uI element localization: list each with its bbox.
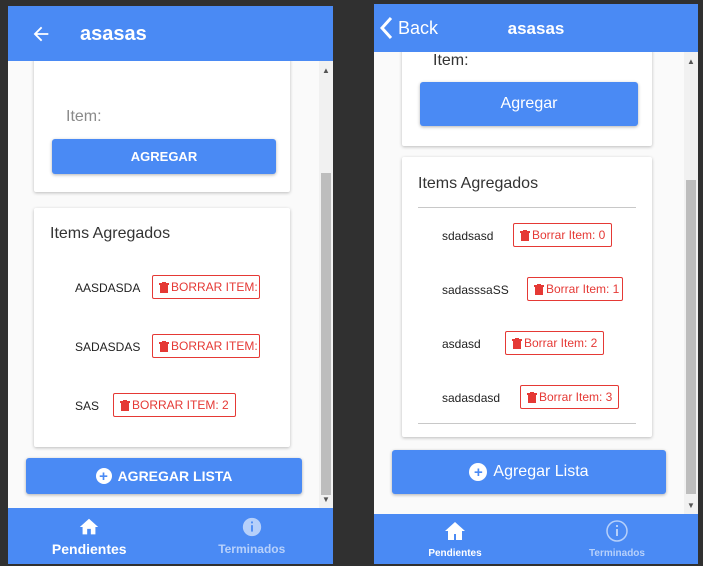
add-item-button[interactable]: AGREGAR <box>52 139 276 174</box>
item-name: SADASDAS <box>75 340 141 354</box>
scroll-content: Item: Agregar Items Agregados sdadsasd Bo… <box>374 52 684 514</box>
tab-pendientes[interactable]: Pendientes <box>374 514 536 564</box>
delete-item-button[interactable]: BORRAR ITEM: 0 <box>152 275 260 299</box>
android-app-screen: asasas Item: AGREGAR Items Agregados AAS… <box>8 6 333 564</box>
info-icon <box>242 517 261 537</box>
tab-label: Terminados <box>218 542 286 556</box>
tab-terminados[interactable]: Terminados <box>536 514 698 564</box>
delete-item-label: Borrar Item: 3 <box>539 390 613 404</box>
trash-icon <box>120 399 130 411</box>
tab-pendientes[interactable]: Pendientes <box>8 508 171 564</box>
plus-circle-icon: + <box>95 468 112 485</box>
scroll-up-arrow-icon[interactable]: ▲ <box>319 65 333 77</box>
item-field-label: Item: <box>66 108 102 125</box>
divider <box>418 423 636 424</box>
scroll-down-arrow-icon[interactable]: ▼ <box>684 500 698 512</box>
item-name: AASDASDA <box>75 281 141 295</box>
delete-item-button[interactable]: Borrar Item: 0 <box>513 223 613 247</box>
add-list-label: AGREGAR LISTA <box>117 468 233 484</box>
app-header: Back asasas <box>374 4 698 52</box>
tab-label: Terminados <box>589 548 645 559</box>
delete-item-label: Borrar Item: 0 <box>532 228 606 242</box>
tab-terminados[interactable]: Terminados <box>171 508 334 564</box>
item-name: sdadsasd <box>442 229 494 243</box>
add-list-label: Agregar Lista <box>493 463 589 480</box>
bottom-tab-bar: Pendientes Terminados <box>8 508 333 564</box>
trash-icon <box>527 391 537 403</box>
plus-circle-icon: + <box>469 463 488 481</box>
scrollbar[interactable]: ▲ ▼ <box>319 61 333 508</box>
add-item-card: Item: AGREGAR <box>34 61 290 192</box>
scrollbar-thumb[interactable] <box>321 173 331 495</box>
add-item-card: Item: Agregar <box>402 52 652 146</box>
add-item-button[interactable]: Agregar <box>420 82 638 126</box>
info-icon <box>606 520 628 542</box>
add-list-button[interactable]: + AGREGAR LISTA <box>26 458 302 494</box>
delete-item-button[interactable]: Borrar Item: 1 <box>527 277 623 301</box>
items-list-card: Items Agregados AASDASDA BORRAR ITEM: 0 SA… <box>34 208 290 447</box>
bottom-tab-bar: Pendientes Terminados <box>374 514 698 564</box>
add-list-button[interactable]: + Agregar Lista <box>392 450 666 494</box>
item-name: sadasdasd <box>442 391 501 405</box>
divider <box>418 207 636 208</box>
item-name: asdasd <box>442 337 481 351</box>
scrollbar[interactable]: ▲ ▼ <box>684 52 698 514</box>
trash-icon <box>159 281 169 293</box>
scroll-down-arrow-icon[interactable]: ▼ <box>319 494 333 506</box>
item-field-label: Item: <box>433 52 469 69</box>
page-title: asasas <box>80 23 147 45</box>
trash-icon <box>159 340 169 352</box>
back-arrow-icon[interactable] <box>30 23 52 45</box>
scroll-content: Item: AGREGAR Items Agregados AASDASDA BO… <box>8 61 319 508</box>
app-header: asasas <box>8 6 333 61</box>
delete-item-button[interactable]: Borrar Item: 3 <box>520 385 620 409</box>
item-name: SAS <box>75 399 100 413</box>
items-title: Items Agregados <box>50 225 171 242</box>
trash-icon <box>534 283 544 295</box>
home-icon <box>445 522 465 540</box>
items-title: Items Agregados <box>418 175 539 192</box>
home-icon <box>80 518 99 535</box>
scrollbar-thumb[interactable] <box>686 180 696 494</box>
delete-item-label: BORRAR ITEM: 1 <box>171 339 260 353</box>
trash-icon <box>520 229 530 241</box>
tab-label: Pendientes <box>51 541 127 557</box>
delete-item-button[interactable]: BORRAR ITEM: 2 <box>113 393 236 417</box>
delete-item-label: BORRAR ITEM: 2 <box>132 398 229 412</box>
delete-item-label: Borrar Item: 1 <box>546 282 620 296</box>
scroll-up-arrow-icon[interactable]: ▲ <box>684 56 698 68</box>
delete-item-label: Borrar Item: 2 <box>524 336 598 350</box>
item-name: sadasssaSS <box>442 283 509 297</box>
delete-item-button[interactable]: BORRAR ITEM: 1 <box>152 334 260 358</box>
ios-app-screen: Back asasas Item: Agregar Items Agregado… <box>374 4 698 564</box>
delete-item-label: BORRAR ITEM: 0 <box>171 280 260 294</box>
tab-label: Pendientes <box>428 548 482 559</box>
delete-item-button[interactable]: Borrar Item: 2 <box>505 331 605 355</box>
trash-icon <box>512 337 522 349</box>
page-title: asasas <box>507 19 565 38</box>
items-list-card: Items Agregados sdadsasd Borrar Item: 0 sa… <box>402 157 652 437</box>
